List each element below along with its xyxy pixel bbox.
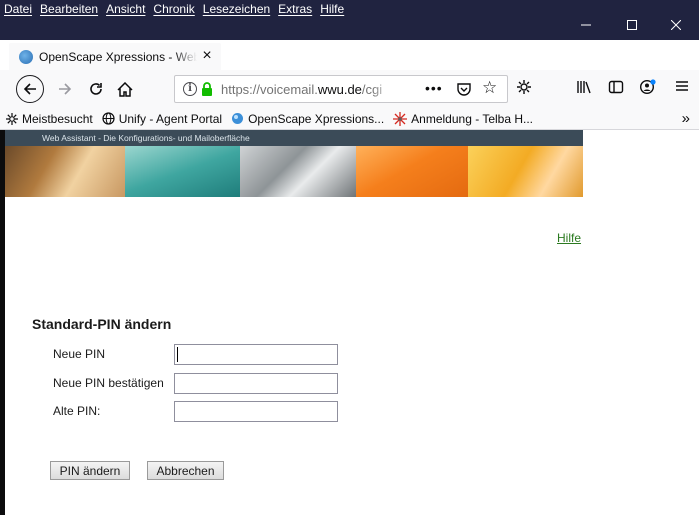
tab-close-icon[interactable]: × [199,48,215,64]
new-pin-label: Neue PIN [53,347,106,361]
forward-button[interactable] [52,76,78,102]
minimize-icon [581,24,591,26]
banner-photo [240,146,356,197]
close-window-button[interactable] [653,10,699,40]
sidebar-icon[interactable] [608,79,624,101]
banner-photo [356,146,468,197]
cancel-button[interactable]: Abbrechen [147,461,224,480]
info-icon[interactable]: i [183,82,197,96]
extension-gear-icon[interactable] [516,79,532,101]
navigation-toolbar: i https://voicemail.wwu.de/cgi ••• ☆ [0,70,699,108]
pocket-icon[interactable] [456,81,472,100]
menu-datei[interactable]: Datei [4,2,32,16]
menu-extras[interactable]: Extras [278,2,312,16]
banner-caption: Web Assistant - Die Konfigurations- und … [5,130,583,146]
menu-hilfe[interactable]: Hilfe [320,2,344,16]
confirm-pin-input[interactable] [174,373,338,394]
banner-photo [468,146,583,197]
old-pin-input[interactable] [174,401,338,422]
reload-icon [90,83,102,95]
bookmark-meistbesucht[interactable]: Meistbesucht [6,112,93,126]
close-icon [671,20,681,30]
url-suffix: /cgi [361,81,383,97]
minimize-button[interactable] [563,10,609,40]
hamburger-menu-icon[interactable] [675,79,689,99]
bookmark-label: Unify - Agent Portal [118,111,223,126]
bookmarks-toolbar: Meistbesucht Unify - Agent Portal OpenSc… [0,108,699,130]
more-bookmarks-icon[interactable]: » [682,110,690,127]
bubble-icon [231,112,244,125]
confirm-pin-label: Neue PIN bestätigen [53,376,164,390]
gear-icon [6,112,18,125]
help-link[interactable]: Hilfe [557,231,581,245]
banner-photo [125,146,240,197]
old-pin-label: Alte PIN: [53,404,101,418]
address-bar[interactable]: i https://voicemail.wwu.de/cgi ••• ☆ [174,75,508,103]
tab-title: OpenScape Xpressions - Web Assistant [39,49,197,64]
url-domain: wwu.de [317,81,362,97]
home-icon [117,81,133,97]
bookmark-label: Anmeldung - Telba H... [411,111,534,126]
reload-button[interactable] [83,76,109,102]
bookmark-openscape[interactable]: OpenScape Xpressions... [231,112,384,126]
page-actions-icon[interactable]: ••• [425,80,443,96]
banner-photo [5,146,125,197]
home-button[interactable] [112,76,138,102]
globe-icon [102,112,115,125]
favicon-icon [19,49,33,64]
bookmark-label: Meistbesucht [22,111,93,126]
forward-arrow-icon [59,83,72,95]
maximize-button[interactable] [609,10,655,40]
bookmark-label: OpenScape Xpressions... [248,111,385,126]
account-icon[interactable] [639,79,657,101]
bookmark-star-icon[interactable]: ☆ [482,78,497,98]
new-pin-input[interactable] [174,344,338,365]
bookmark-unify[interactable]: Unify - Agent Portal [102,112,222,126]
menu-chronik[interactable]: Chronik [153,2,194,16]
page-title: Standard-PIN ändern [32,316,172,332]
new-tab-button[interactable]: + [232,42,252,66]
url-prefix: https://voicemail. [221,81,318,97]
browser-tab[interactable]: OpenScape Xpressions - Web Assistant × [9,43,221,70]
lock-icon[interactable] [201,82,213,96]
star-burst-icon [393,111,408,126]
back-arrow-icon [23,83,36,95]
back-button[interactable] [16,75,44,103]
header-banner: Web Assistant - Die Konfigurations- und … [5,130,583,197]
library-icon[interactable] [576,79,592,101]
text-caret [177,347,178,362]
url-text[interactable]: https://voicemail.wwu.de/cgi [221,82,393,97]
menu-bar: Datei Bearbeiten Ansicht Chronik Lesezei… [0,0,352,18]
maximize-icon [627,20,637,30]
menu-bearbeiten[interactable]: Bearbeiten [40,2,98,16]
bookmark-anmeldung[interactable]: Anmeldung - Telba H... [393,111,534,126]
window-titlebar: Datei Bearbeiten Ansicht Chronik Lesezei… [0,0,699,40]
change-pin-button[interactable]: PIN ändern [50,461,130,480]
menu-lesezeichen[interactable]: Lesezeichen [203,2,270,16]
menu-ansicht[interactable]: Ansicht [106,2,145,16]
